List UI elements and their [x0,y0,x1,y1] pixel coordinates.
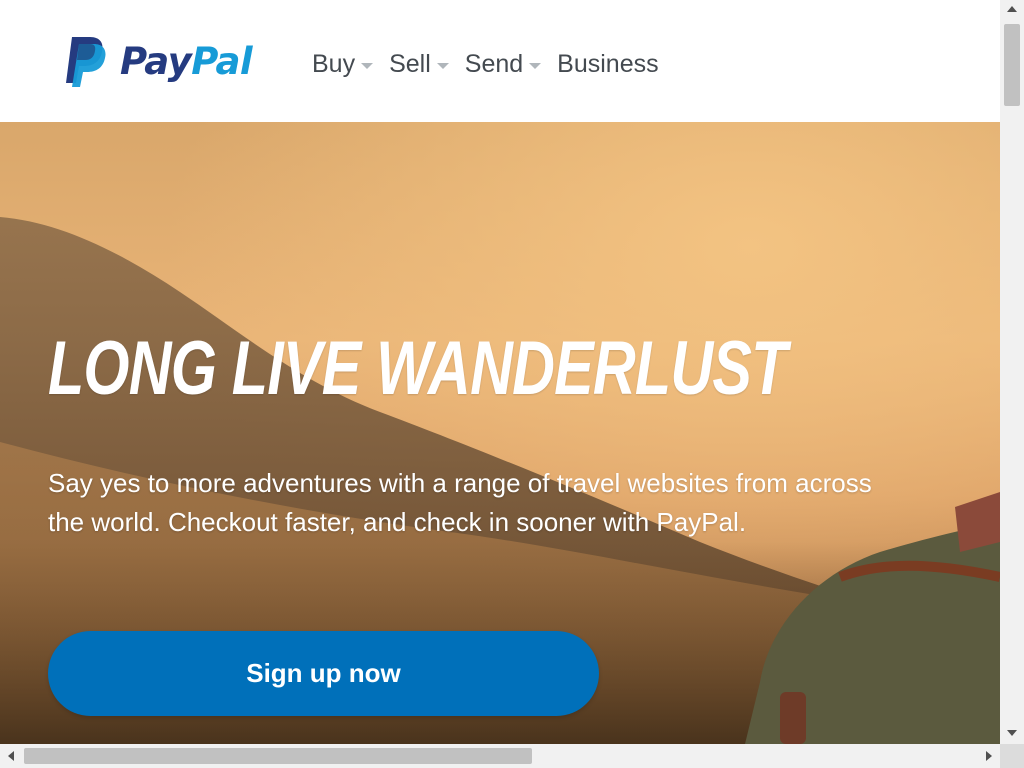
paypal-p-logo-icon [66,37,106,87]
vertical-scrollbar[interactable] [1000,0,1024,744]
chevron-down-icon [529,63,542,69]
nav-item-sell[interactable]: Sell [389,50,449,79]
nav-item-label: Buy [312,49,356,78]
scroll-left-arrow-icon[interactable] [8,751,14,761]
nav-item-label: Sell [389,49,431,78]
nav-item-buy[interactable]: Buy [312,49,374,79]
vertical-scroll-thumb[interactable] [1004,24,1020,106]
hero-description: Say yes to more adventures with a range … [48,468,872,537]
horizontal-scroll-thumb[interactable] [24,748,532,764]
paypal-wordmark: PayPal [120,39,253,83]
page-viewport: PayPal Buy Sell Send Business LONG LIVE … [0,0,1000,744]
scrollbar-corner [1000,744,1024,768]
scroll-down-arrow-icon[interactable] [1007,730,1017,736]
sign-up-now-button[interactable]: Sign up now [48,631,599,716]
main-nav: Buy Sell Send Business [312,44,659,84]
chevron-down-icon [361,63,374,69]
scroll-right-arrow-icon[interactable] [986,751,992,761]
scroll-up-arrow-icon[interactable] [1007,6,1017,12]
nav-item-send[interactable]: Send [464,49,542,79]
wordmark-pay: Pay [120,39,192,83]
site-header: PayPal Buy Sell Send Business [0,0,1000,123]
nav-item-label: Business [557,49,659,78]
chevron-down-icon [436,63,449,69]
paypal-logo-link[interactable]: PayPal [64,34,274,88]
hero-title: LONG LIVE WANDERLUST [48,326,787,411]
wordmark-pal: Pal [191,39,253,83]
nav-item-business[interactable]: Business [557,50,658,79]
nav-item-label: Send [464,49,524,78]
hero-banner: LONG LIVE WANDERLUST Say yes to more adv… [0,122,1000,744]
horizontal-scrollbar[interactable] [0,744,1000,768]
